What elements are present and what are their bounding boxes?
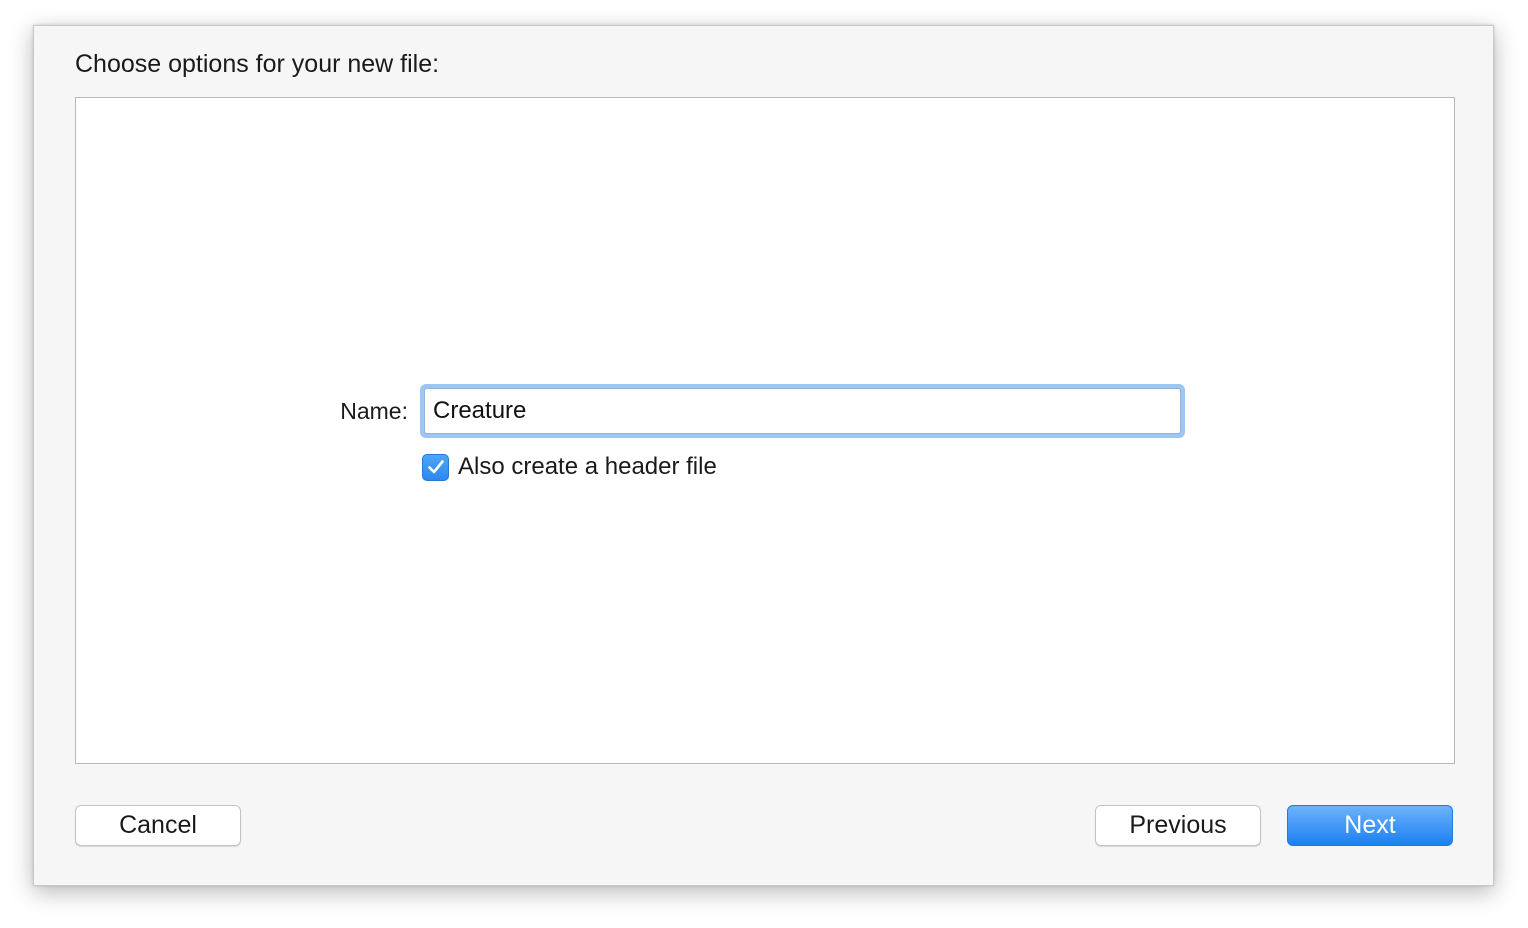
header-file-checkbox-row[interactable]: Also create a header file [422, 451, 717, 483]
checkmark-icon [427, 460, 444, 474]
name-label: Name: [340, 398, 408, 424]
name-input[interactable] [424, 388, 1181, 434]
name-field-focus-ring [420, 384, 1185, 438]
next-button[interactable]: Next [1287, 805, 1453, 846]
header-file-checkbox[interactable] [422, 453, 449, 481]
previous-button[interactable]: Previous [1095, 805, 1261, 846]
cancel-button[interactable]: Cancel [75, 805, 241, 846]
options-panel: Name: Also create a header file [75, 97, 1455, 764]
new-file-options-sheet: Choose options for your new file: Name: … [33, 25, 1494, 886]
header-file-checkbox-label: Also create a header file [458, 453, 717, 480]
sheet-heading: Choose options for your new file: [75, 50, 440, 78]
